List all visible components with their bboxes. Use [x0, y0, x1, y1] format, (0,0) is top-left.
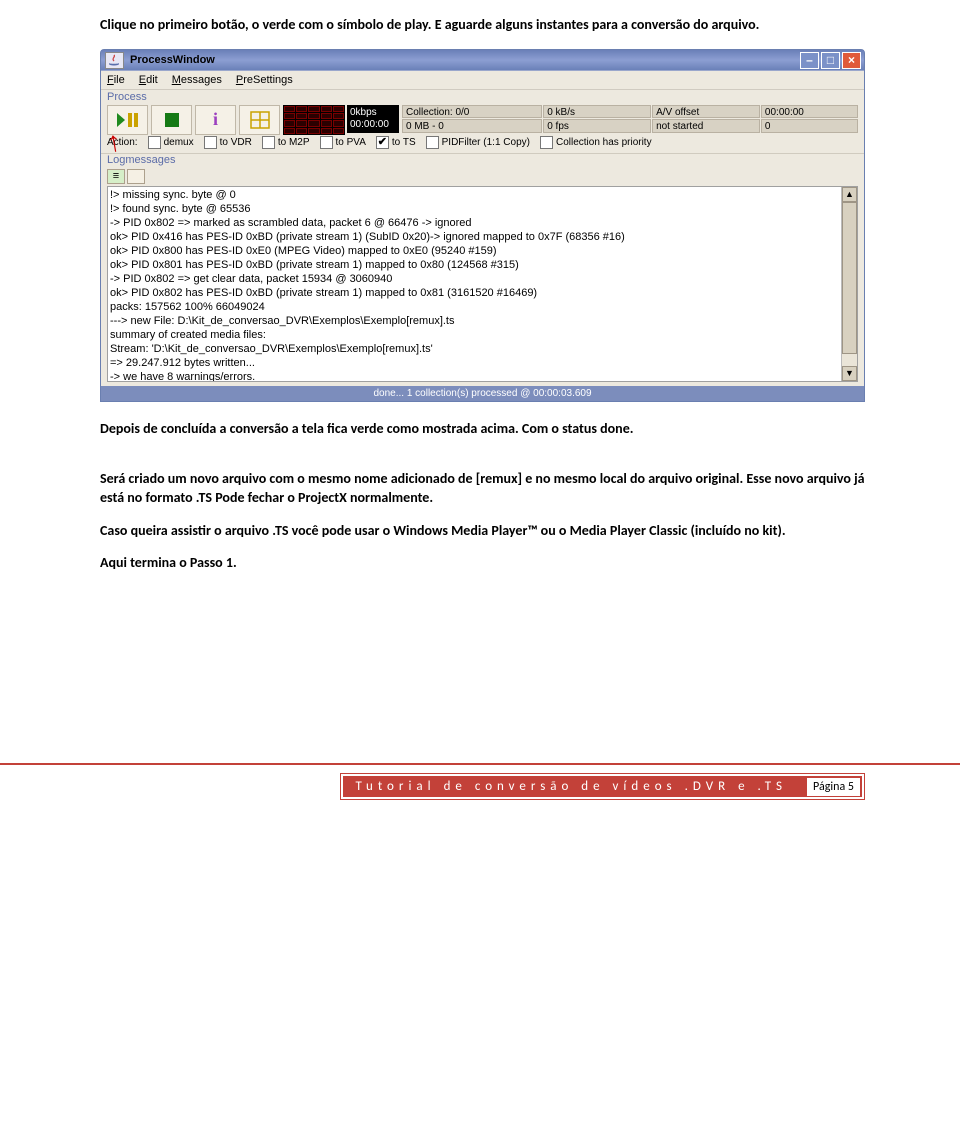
stat-zero: 0: [761, 119, 858, 133]
stat-avtime: 00:00:00: [761, 105, 858, 119]
stats-grid: Collection: 0/0 0 kB/s A/V offset 00:00:…: [402, 105, 858, 133]
checkbox-demux[interactable]: demux: [148, 136, 194, 149]
log-line: packs: 157562 100% 66049024: [110, 300, 841, 314]
minimize-button[interactable]: –: [800, 52, 819, 69]
scrollbar[interactable]: ▲ ▼: [841, 187, 857, 381]
log-line: -> we have 8 warnings/errors.: [110, 370, 841, 382]
log-green-button[interactable]: ≡: [107, 169, 125, 184]
maximize-button[interactable]: □: [821, 52, 840, 69]
menu-bar: File Edit Messages PreSettings: [101, 71, 864, 90]
menu-messages[interactable]: Messages: [172, 74, 222, 86]
grid-button[interactable]: [239, 105, 280, 135]
log-line: -> PID 0x802 => marked as scrambled data…: [110, 216, 841, 230]
menu-presettings[interactable]: PreSettings: [236, 74, 293, 86]
log-gray-button[interactable]: [127, 169, 145, 184]
after-paragraph: Depois de concluída a conversão a tela f…: [100, 420, 865, 439]
window-title: ProcessWindow: [130, 54, 215, 66]
stop-button[interactable]: [151, 105, 192, 135]
log-line: ok> PID 0x802 has PES-ID 0xBD (private s…: [110, 286, 841, 300]
page-footer: Tutorial de conversão de vídeos .DVR e .…: [0, 763, 960, 809]
scroll-up-icon[interactable]: ▲: [842, 187, 857, 202]
paragraph-4: Caso queira assistir o arquivo .TS você …: [100, 522, 865, 541]
log-output: !> missing sync. byte @ 0 !> found sync.…: [107, 186, 858, 382]
menu-file[interactable]: File: [107, 74, 125, 86]
log-line: -> PID 0x802 => get clear data, packet 1…: [110, 272, 841, 286]
paragraph-3: Será criado um novo arquivo com o mesmo …: [100, 470, 865, 508]
intro-paragraph: Clique no primeiro botão, o verde com o …: [100, 16, 865, 35]
footer-title: Tutorial de conversão de vídeos .DVR e .…: [355, 779, 787, 794]
paragraph-5: Aqui termina o Passo 1.: [100, 554, 865, 573]
log-line: Stream: 'D:\Kit_de_conversao_DVR\Exemplo…: [110, 342, 841, 356]
log-line: ok> PID 0x801 has PES-ID 0xBD (private s…: [110, 258, 841, 272]
stat-status: not started: [652, 119, 760, 133]
log-line: => 29.247.912 bytes written...: [110, 356, 841, 370]
stat-mb: 0 MB - 0: [402, 119, 542, 133]
process-label: Process: [107, 91, 858, 103]
bitrate-display: 0kbps 00:00:00: [347, 105, 399, 133]
checkbox-ts[interactable]: ✔to TS: [376, 136, 416, 149]
checkbox-m2p[interactable]: to M2P: [262, 136, 310, 149]
stat-avoffset: A/V offset: [652, 105, 760, 119]
log-line: !> found sync. byte @ 65536: [110, 202, 841, 216]
log-line: ok> PID 0x800 has PES-ID 0xE0 (MPEG Vide…: [110, 244, 841, 258]
log-line: ---> new File: D:\Kit_de_conversao_DVR\E…: [110, 314, 841, 328]
process-section: Process i: [101, 90, 864, 154]
process-window: ProcessWindow – □ × File Edit Messages P…: [100, 49, 865, 402]
footer-page: Página 5: [807, 778, 860, 796]
checkbox-pidfilter[interactable]: PIDFilter (1:1 Copy): [426, 136, 530, 149]
menu-edit[interactable]: Edit: [139, 74, 158, 86]
scroll-down-icon[interactable]: ▼: [842, 366, 857, 381]
log-line: summary of created media files:: [110, 328, 841, 342]
java-icon: [105, 52, 124, 69]
action-row: Action: demux to VDR to M2P to PVA ✔to T…: [107, 136, 858, 149]
scroll-thumb[interactable]: [842, 202, 857, 354]
log-section: ↑ Logmessages ≡ !> missing sync. byte @ …: [101, 154, 864, 386]
close-button[interactable]: ×: [842, 52, 861, 69]
stat-kbs: 0 kB/s: [543, 105, 651, 119]
stat-fps: 0 fps: [543, 119, 651, 133]
checkbox-pva[interactable]: to PVA: [320, 136, 366, 149]
checkbox-priority[interactable]: Collection has priority: [540, 136, 652, 149]
info-button[interactable]: i: [195, 105, 236, 135]
titlebar: ProcessWindow – □ ×: [101, 50, 864, 71]
video-grid-icon: [283, 105, 345, 135]
log-line: ok> PID 0x416 has PES-ID 0xBD (private s…: [110, 230, 841, 244]
log-label: Logmessages: [107, 154, 858, 166]
stat-collection: Collection: 0/0: [402, 105, 542, 119]
checkbox-vdr[interactable]: to VDR: [204, 136, 252, 149]
status-bar: done... 1 collection(s) processed @ 00:0…: [101, 386, 864, 401]
log-line: !> missing sync. byte @ 0: [110, 188, 841, 202]
